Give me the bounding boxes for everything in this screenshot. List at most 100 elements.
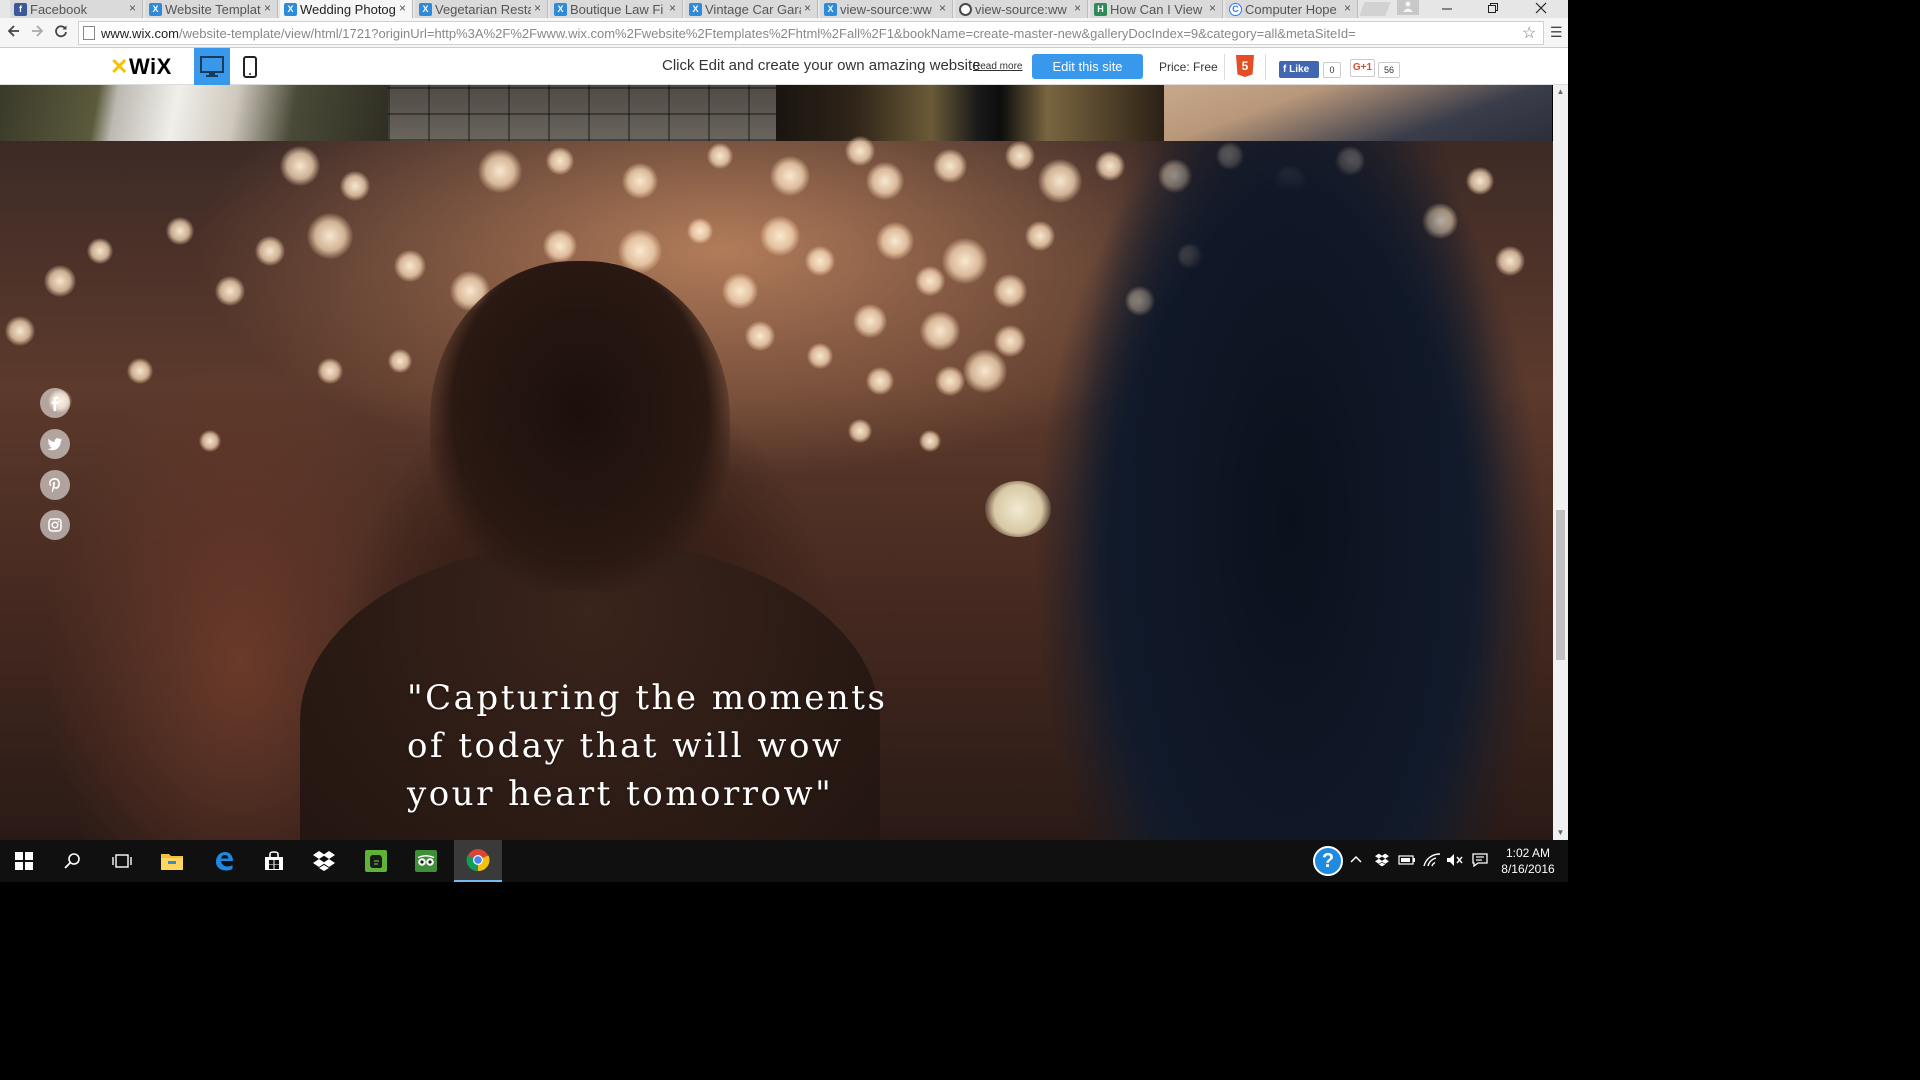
bookmark-star-icon[interactable]: ☆ bbox=[1522, 23, 1536, 43]
bokeh-light bbox=[933, 149, 967, 183]
bokeh-light bbox=[845, 136, 875, 166]
bokeh-light bbox=[876, 222, 914, 260]
tab-how-can-i-view[interactable]: H How Can I View × bbox=[1090, 0, 1223, 18]
bokeh-light bbox=[543, 229, 577, 263]
task-view-icon[interactable] bbox=[98, 840, 146, 882]
twitter-icon[interactable] bbox=[40, 429, 70, 459]
pinterest-icon[interactable] bbox=[40, 470, 70, 500]
dropbox-tray-icon[interactable] bbox=[1374, 853, 1390, 870]
start-icon[interactable] bbox=[0, 840, 48, 882]
close-icon[interactable]: × bbox=[669, 1, 676, 15]
edit-this-site-button[interactable]: Edit this site bbox=[1032, 54, 1143, 79]
instagram-icon[interactable] bbox=[40, 510, 70, 540]
read-more-link[interactable]: Read more bbox=[973, 61, 1022, 72]
bokeh-light bbox=[317, 358, 343, 384]
tab-facebook[interactable]: f Facebook × bbox=[10, 0, 143, 18]
bokeh-light bbox=[963, 349, 1007, 393]
tab-boutique-law-firm[interactable]: X Boutique Law Fi × bbox=[550, 0, 683, 18]
close-icon[interactable]: × bbox=[264, 1, 271, 15]
gallery-photo[interactable] bbox=[1164, 85, 1552, 141]
mobile-view-button[interactable] bbox=[232, 48, 268, 85]
bokeh-light bbox=[866, 367, 894, 395]
forward-icon[interactable] bbox=[28, 24, 46, 42]
bokeh-light bbox=[942, 238, 988, 284]
action-center-icon[interactable] bbox=[1472, 853, 1488, 870]
facebook-icon: f bbox=[1283, 64, 1287, 75]
wix-crown-icon: ✕ bbox=[110, 54, 129, 79]
profile-icon[interactable] bbox=[1397, 0, 1419, 15]
restore-button[interactable] bbox=[1470, 0, 1516, 18]
tripadvisor-icon[interactable] bbox=[402, 840, 450, 882]
bokeh-light bbox=[745, 321, 775, 351]
divider bbox=[1265, 54, 1266, 80]
close-icon[interactable]: × bbox=[1209, 1, 1216, 15]
close-icon[interactable]: × bbox=[534, 1, 541, 15]
windows-taskbar: ? 1:02 AM 8/16/2016 bbox=[0, 840, 1568, 882]
search-icon[interactable] bbox=[48, 840, 96, 882]
facebook-like-button[interactable]: f Like bbox=[1279, 61, 1319, 78]
close-icon[interactable]: × bbox=[1074, 1, 1081, 15]
close-icon[interactable]: × bbox=[1344, 1, 1351, 15]
bokeh-light bbox=[994, 325, 1026, 357]
wix-logo[interactable]: ✕WiX bbox=[110, 54, 172, 80]
tab-label: Facebook bbox=[30, 1, 88, 17]
website-viewport: "Capturing the moments of today that wil… bbox=[0, 85, 1553, 840]
evernote-icon[interactable] bbox=[352, 840, 400, 882]
bokeh-light bbox=[919, 430, 941, 452]
tab-wedding-photography[interactable]: X Wedding Photog × bbox=[280, 0, 413, 18]
google-plus-button[interactable]: G+1 bbox=[1350, 59, 1375, 77]
chrome-page-icon bbox=[959, 2, 972, 16]
tab-computer-hope[interactable]: C Computer Hope × bbox=[1225, 0, 1358, 18]
file-explorer-icon[interactable] bbox=[148, 840, 196, 882]
wifi-icon[interactable] bbox=[1423, 853, 1441, 870]
page-icon bbox=[83, 26, 95, 40]
close-icon[interactable]: × bbox=[129, 1, 136, 15]
reload-icon[interactable] bbox=[52, 24, 70, 42]
tab-view-source-2[interactable]: view-source:ww × bbox=[955, 0, 1088, 18]
close-icon[interactable]: × bbox=[399, 1, 406, 15]
close-icon[interactable]: × bbox=[804, 1, 811, 15]
bokeh-light bbox=[255, 236, 285, 266]
minimize-button[interactable] bbox=[1424, 0, 1470, 18]
wix-logo-text: WiX bbox=[128, 54, 172, 79]
quote-line: your heart tomorrow" bbox=[407, 774, 834, 814]
back-icon[interactable] bbox=[5, 24, 23, 42]
close-window-button[interactable] bbox=[1518, 0, 1564, 18]
desktop-view-button[interactable] bbox=[194, 48, 230, 85]
bokeh-light bbox=[44, 265, 76, 297]
help-icon[interactable]: ? bbox=[1313, 846, 1343, 876]
clock-date: 8/16/2016 bbox=[1501, 862, 1555, 876]
like-count: 0 bbox=[1323, 62, 1341, 78]
chrome-menu-icon[interactable]: ☰ bbox=[1550, 24, 1563, 41]
tab-vegetarian-restaurant[interactable]: X Vegetarian Resta × bbox=[415, 0, 548, 18]
store-icon[interactable] bbox=[250, 840, 298, 882]
close-icon[interactable]: × bbox=[939, 1, 946, 15]
new-tab-button[interactable] bbox=[1359, 2, 1391, 16]
scroll-up-arrow-icon[interactable]: ▲ bbox=[1553, 85, 1568, 99]
bokeh-light bbox=[307, 213, 353, 259]
address-bar[interactable]: www.wix.com /website-template/view/html/… bbox=[78, 21, 1544, 45]
wix-icon: X bbox=[419, 2, 432, 16]
scroll-down-arrow-icon[interactable]: ▼ bbox=[1553, 826, 1568, 840]
tab-label: Boutique Law Fi bbox=[570, 1, 664, 17]
gallery-photo[interactable] bbox=[776, 85, 1164, 141]
volume-muted-icon[interactable] bbox=[1446, 853, 1464, 870]
wix-icon: X bbox=[689, 2, 702, 16]
dropbox-icon[interactable] bbox=[300, 840, 348, 882]
tab-view-source-1[interactable]: X view-source:ww × bbox=[820, 0, 953, 18]
tab-label: view-source:ww bbox=[975, 1, 1067, 17]
battery-icon[interactable] bbox=[1398, 853, 1416, 869]
bokeh-light bbox=[760, 216, 800, 256]
gallery-photo[interactable] bbox=[0, 85, 388, 141]
facebook-icon[interactable] bbox=[40, 388, 70, 418]
gallery-photo[interactable] bbox=[388, 85, 776, 141]
tab-vintage-car-garage[interactable]: X Vintage Car Gara × bbox=[685, 0, 818, 18]
system-clock[interactable]: 1:02 AM 8/16/2016 bbox=[1492, 845, 1564, 877]
quote-line: of today that will wow bbox=[407, 726, 844, 766]
tray-overflow-chevron-icon[interactable] bbox=[1350, 853, 1362, 869]
chrome-icon[interactable] bbox=[454, 840, 502, 882]
page-scrollbar[interactable]: ▲ ▼ bbox=[1553, 85, 1568, 840]
edge-icon[interactable] bbox=[200, 840, 248, 882]
scroll-thumb[interactable] bbox=[1556, 510, 1565, 660]
tab-website-templates[interactable]: X Website Templat × bbox=[145, 0, 278, 18]
